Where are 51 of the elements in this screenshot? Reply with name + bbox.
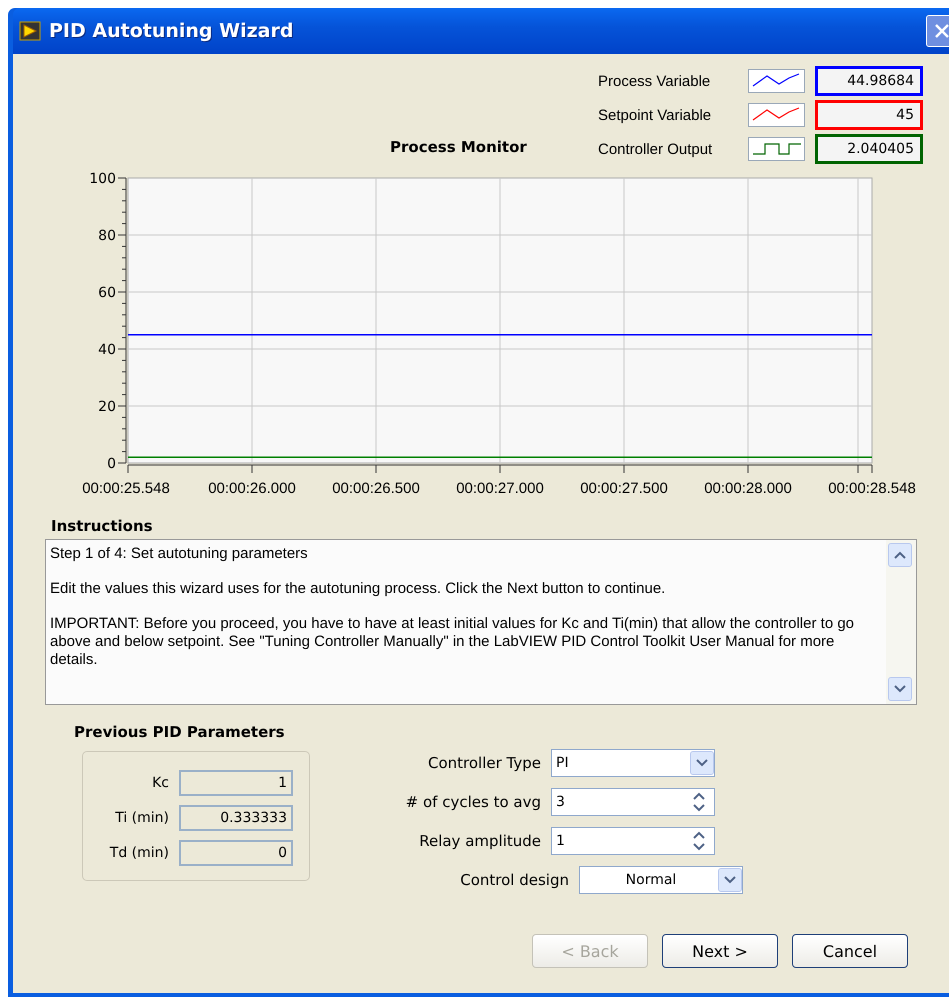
y-tick-label: 80 [98,228,116,244]
app-icon [19,21,41,41]
scroll-down-icon[interactable] [888,677,912,701]
readonly-field: 0.333333 [179,805,293,831]
close-icon[interactable] [934,23,949,39]
wizard-button[interactable]: Next > [662,934,778,968]
wizard-button[interactable]: Cancel [792,934,908,968]
readonly-field: 0 [179,840,293,866]
line-style-icon [748,103,805,127]
scroll-up-icon[interactable] [888,543,912,567]
y-tick-label: 0 [107,456,116,472]
field-label: Kc [151,775,169,791]
readonly-field: 1 [179,770,293,796]
value-indicator: 2.040405 [815,134,923,164]
field-label: Control design [459,871,569,889]
y-tick-label: 60 [98,285,116,301]
x-tick-label: 00:00:28.548 [828,480,916,497]
instruction-paragraph: IMPORTANT: Before you proceed, you have to have at least initial values for Kc and Ti(min) that allow the controller to go above and below setpoint. See "Tuning Controller Manually" in the LabVIEW PID Control Toolkit User Manual for more details. [50,615,856,669]
dropdown[interactable]: PI [551,749,715,777]
x-tick-label: 00:00:26.500 [332,480,420,497]
numeric-input[interactable]: 3 [551,788,715,816]
legend-label: Setpoint Variable [598,106,712,124]
x-tick-label: 00:00:26.000 [208,480,296,497]
field-label: Ti (min) [114,810,169,826]
x-tick-label: 00:00:25.548 [82,480,170,497]
y-tick-label: 20 [98,399,116,415]
y-tick-label: 100 [89,171,116,187]
field-label: Relay amplitude [418,832,541,850]
line-style-icon [748,69,805,93]
scrollbar[interactable] [886,540,916,704]
x-tick-label: 00:00:27.000 [456,480,544,497]
value-indicator: 45 [815,100,923,130]
chart-title: Process Monitor [389,138,528,156]
instruction-paragraph: Edit the values this wizard uses for the autotuning process. Click the Next button to continue. [50,580,666,598]
field-label: Controller Type [426,754,541,772]
section-heading: Instructions [51,517,154,535]
dropdown[interactable]: Normal [579,866,743,894]
close-button[interactable] [926,15,949,47]
x-tick-label: 00:00:27.500 [580,480,668,497]
section-heading: Previous PID Parameters [74,723,286,741]
window-title: PID Autotuning Wizard [49,20,294,42]
field-label: Td (min) [108,845,169,861]
numeric-input[interactable]: 1 [551,827,715,855]
line-style-icon [748,137,805,161]
value-indicator: 44.98684 [815,66,923,96]
x-tick-label: 00:00:28.000 [704,480,792,497]
y-tick-label: 40 [98,342,116,358]
field-label: # of cycles to avg [404,793,541,811]
instruction-paragraph: Step 1 of 4: Set autotuning parameters [50,545,309,563]
legend-label: Controller Output [598,140,714,158]
legend-label: Process Variable [598,72,712,90]
